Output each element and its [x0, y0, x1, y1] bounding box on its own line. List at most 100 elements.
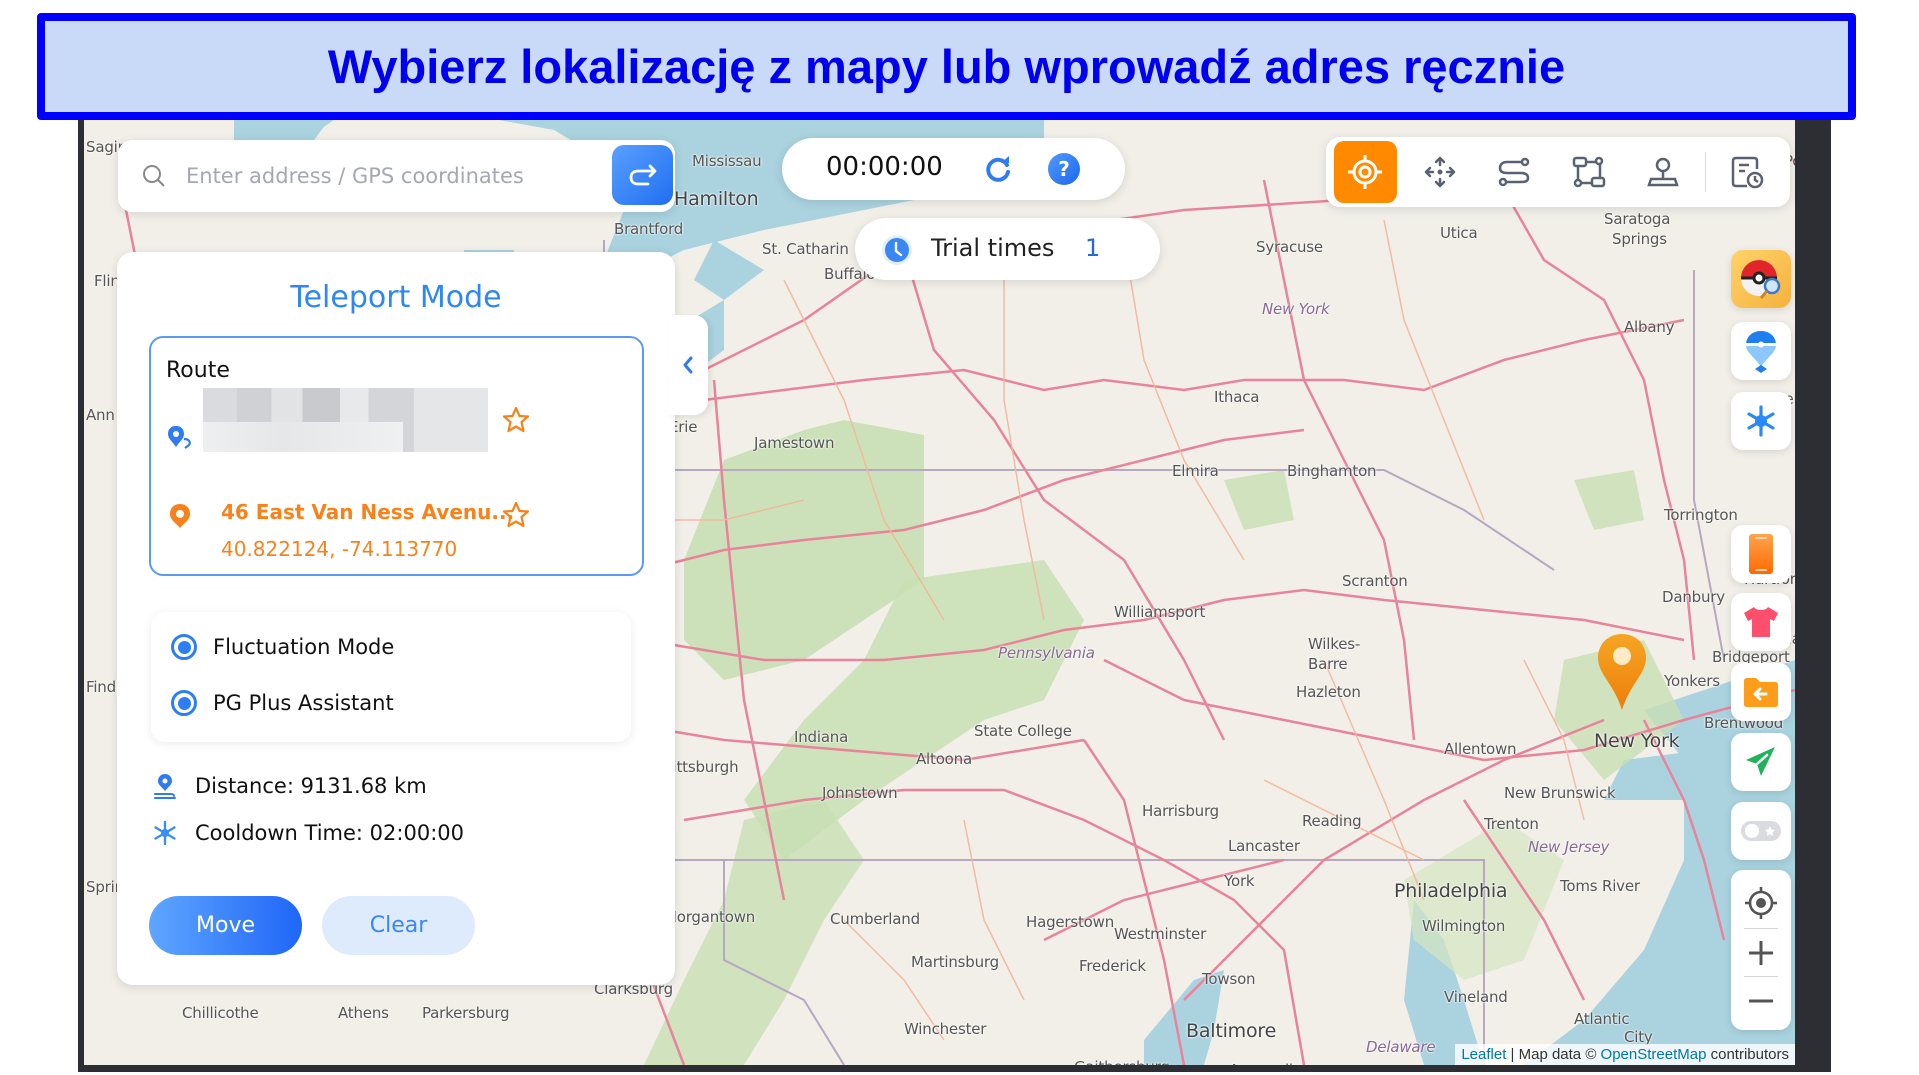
- favorite-destination-star-icon[interactable]: [501, 500, 531, 530]
- go-button[interactable]: [612, 145, 673, 205]
- multi-spot-icon: [1572, 156, 1606, 188]
- map-label: Athens: [338, 1004, 389, 1022]
- send-button[interactable]: [1731, 733, 1791, 791]
- joystick-mode-button[interactable]: [1409, 141, 1472, 203]
- map-label: Baltimore: [1186, 1020, 1277, 1042]
- cooldown-button[interactable]: [1731, 392, 1791, 450]
- teleport-panel: Teleport Mode Route 46 East Van Ness Ave…: [117, 252, 675, 985]
- route-box: Route 46 East Van Ness Avenu... 40.82212…: [149, 336, 644, 576]
- map-label: Toms River: [1560, 877, 1640, 895]
- import-gpx-button[interactable]: [1731, 663, 1791, 721]
- clear-button[interactable]: Clear: [322, 896, 475, 955]
- plus-icon: [1749, 941, 1773, 965]
- map-label: Chillicothe: [182, 1004, 259, 1022]
- zoom-out-button[interactable]: [1731, 976, 1791, 1026]
- pg-plus-assistant-radio[interactable]: [171, 690, 197, 716]
- leaflet-link[interactable]: Leaflet: [1461, 1046, 1506, 1063]
- pokeball-search-button[interactable]: [1731, 250, 1791, 308]
- map-label: Reading: [1302, 812, 1362, 830]
- toolbar-divider: [1704, 152, 1706, 192]
- help-icon[interactable]: ?: [1048, 153, 1080, 185]
- osm-link[interactable]: OpenStreetMap: [1601, 1046, 1707, 1063]
- pg-plus-assistant-option[interactable]: PG Plus Assistant: [171, 690, 394, 716]
- banner-text: Wybierz lokalizację z mapy lub wprowadź …: [327, 40, 1566, 93]
- map-attribution: Leaflet | Map data © OpenStreetMap contr…: [1455, 1044, 1795, 1065]
- search-input[interactable]: [186, 156, 586, 196]
- map-label: Hazleton: [1296, 683, 1361, 701]
- map-label: Parkersburg: [422, 1004, 510, 1022]
- phone-icon: [1749, 534, 1773, 574]
- toggle-star-icon: [1741, 821, 1781, 841]
- pg-plus-assistant-label: PG Plus Assistant: [213, 691, 394, 715]
- teleport-mode-button[interactable]: [1334, 141, 1397, 203]
- map-label: Pennsylvania: [998, 644, 1095, 662]
- pokestop-pin-button[interactable]: [1731, 322, 1791, 380]
- locate-button[interactable]: [1731, 878, 1791, 928]
- search-icon: [143, 165, 165, 187]
- map-label: Yonkers: [1664, 672, 1720, 690]
- map-label: Johnstown: [822, 784, 898, 802]
- device-button[interactable]: [1731, 525, 1791, 583]
- tshirt-icon: [1744, 607, 1778, 637]
- chevron-left-icon: [683, 356, 693, 374]
- zoom-in-button[interactable]: [1731, 928, 1791, 978]
- multi-spot-mode-button[interactable]: [1558, 141, 1621, 203]
- map-label: Torrington: [1664, 506, 1738, 524]
- favorite-origin-star-icon[interactable]: [501, 405, 531, 435]
- destination-pin-icon: [170, 504, 190, 528]
- route-icon: [1499, 157, 1530, 187]
- two-spot-mode-button[interactable]: [1483, 141, 1546, 203]
- map-label: Binghamton: [1287, 462, 1377, 480]
- fluctuation-mode-option[interactable]: Fluctuation Mode: [171, 634, 394, 660]
- skin-button[interactable]: [1731, 593, 1791, 651]
- history-button[interactable]: [1716, 141, 1779, 203]
- map-label: Pittsburgh: [664, 758, 739, 776]
- map-label: Morgantown: [664, 908, 756, 926]
- map-label: Albany: [1624, 318, 1675, 336]
- map-label: New York: [1262, 300, 1330, 318]
- toggle-button[interactable]: [1731, 802, 1791, 860]
- map-label: Brantford: [614, 220, 684, 238]
- refresh-icon[interactable]: [982, 153, 1014, 185]
- jump-teleport-mode-button[interactable]: [1632, 141, 1695, 203]
- map-label: Barre: [1308, 655, 1348, 673]
- attribution-text: | Map data ©: [1506, 1046, 1601, 1063]
- timer-pill: 00:00:00 ?: [782, 138, 1125, 200]
- map-label: Danbury: [1662, 588, 1725, 606]
- map-label: Lancaster: [1228, 837, 1300, 855]
- map-label: Ithaca: [1214, 388, 1260, 406]
- search-bar: [118, 140, 675, 212]
- map-label: Annapolis: [1229, 1061, 1301, 1065]
- map-label: St. Catharin: [762, 240, 849, 258]
- move-button[interactable]: Move: [149, 896, 302, 955]
- history-icon: [1731, 156, 1764, 189]
- fluctuation-mode-label: Fluctuation Mode: [213, 635, 395, 659]
- pokeball-search-icon: [1741, 260, 1781, 299]
- instruction-banner: Wybierz lokalizację z mapy lub wprowadź …: [37, 13, 1856, 120]
- map-label: Wilmington: [1422, 917, 1506, 935]
- trial-label: Trial times: [931, 234, 1055, 262]
- map-label: Williamsport: [1114, 603, 1206, 621]
- map-label: Martinsburg: [911, 953, 999, 971]
- location-marker-icon[interactable]: [1596, 632, 1648, 712]
- pin-stand-icon: [1647, 157, 1680, 187]
- map-label: Delaware: [1366, 1038, 1436, 1056]
- clock-icon: [882, 235, 912, 265]
- map-label: York: [1224, 872, 1255, 890]
- destination-name: 46 East Van Ness Avenu...: [221, 500, 515, 524]
- map-label: Altoona: [916, 750, 972, 768]
- map-label: Elmira: [1172, 462, 1219, 480]
- locate-icon: [1745, 887, 1777, 919]
- fluctuation-mode-radio[interactable]: [171, 634, 197, 660]
- origin-pin-icon: [168, 426, 191, 449]
- timer-value: 00:00:00: [826, 152, 943, 182]
- pokestop-pin-icon: [1746, 331, 1776, 373]
- map-label: Towson: [1202, 970, 1256, 988]
- map-label: New York: [1594, 730, 1680, 752]
- crosshair-target-icon: [1348, 155, 1383, 189]
- map-label: Vineland: [1444, 988, 1508, 1006]
- map-label: Gaithersburg: [1074, 1058, 1170, 1065]
- collapse-panel-button[interactable]: [668, 315, 708, 415]
- options-box: Fluctuation Mode PG Plus Assistant: [151, 612, 631, 742]
- map-label: Hamilton: [674, 188, 759, 210]
